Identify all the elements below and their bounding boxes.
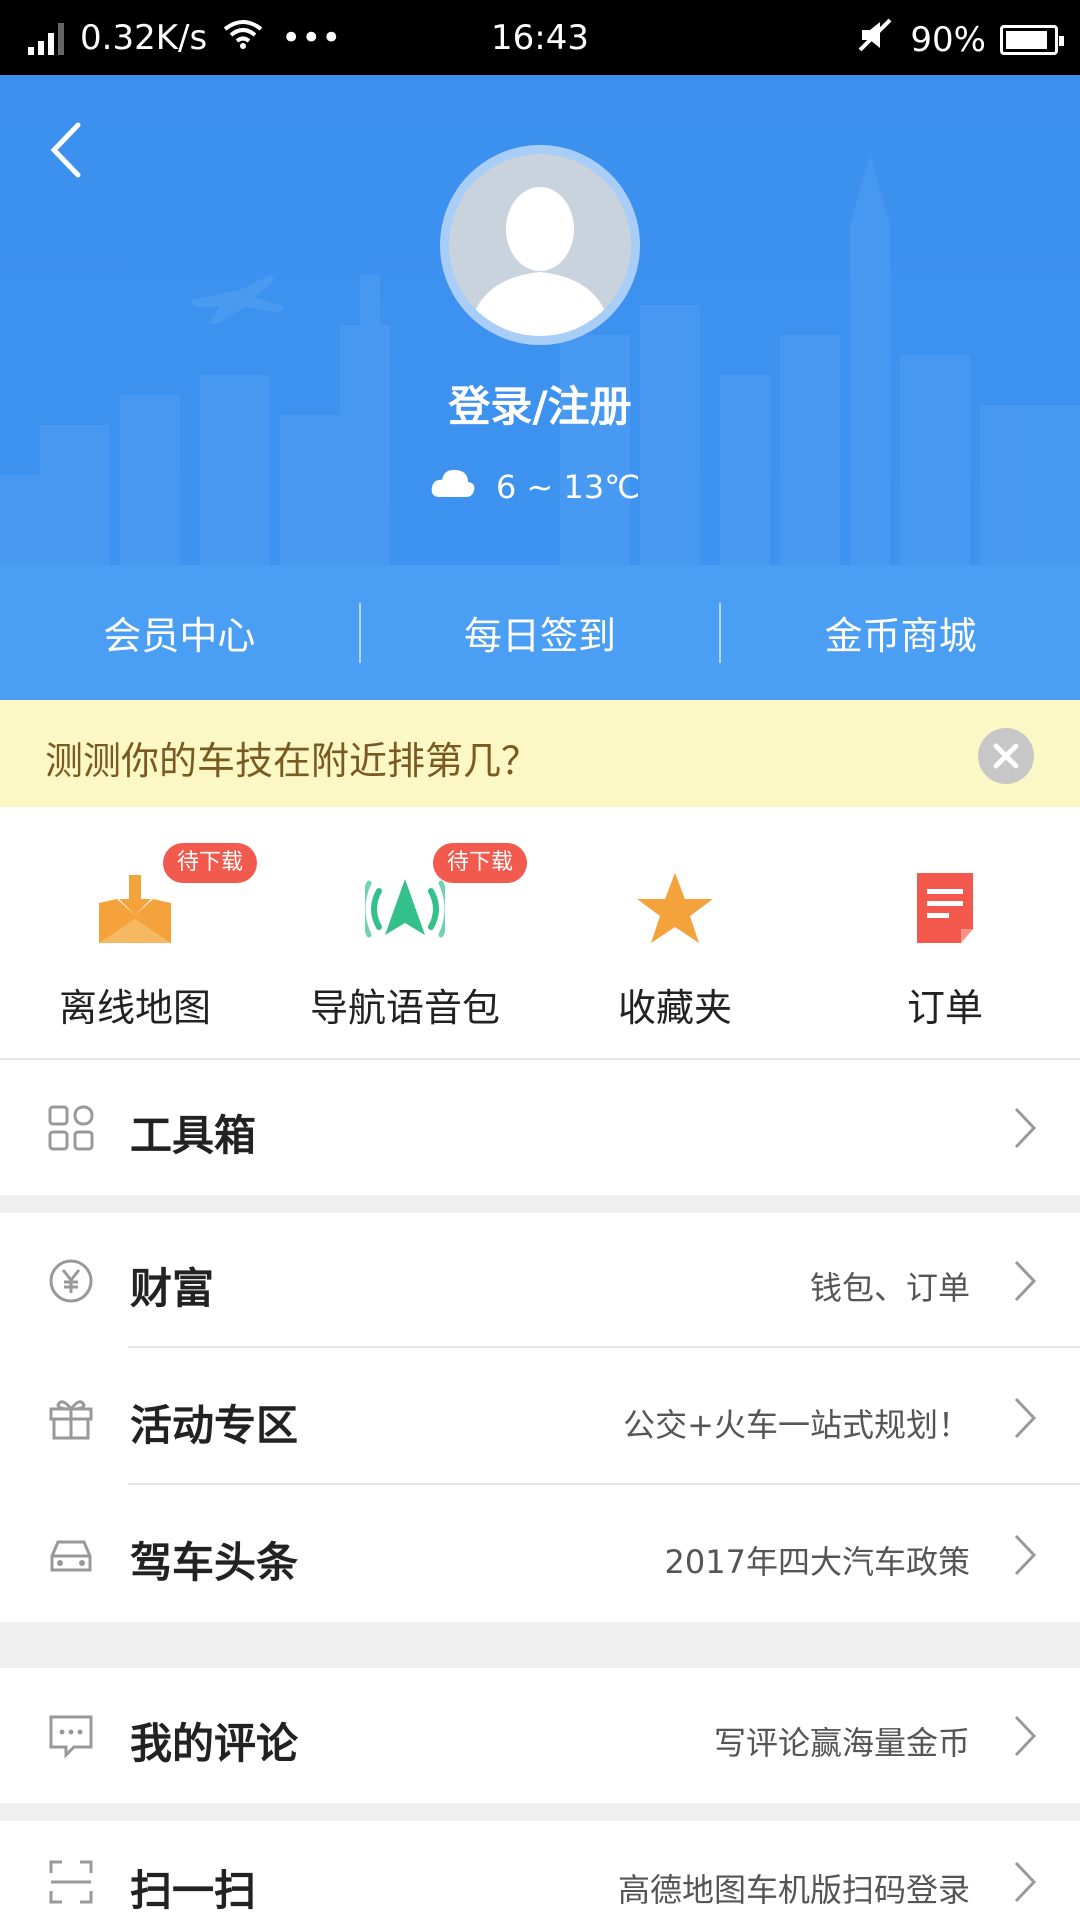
- cloud-icon: [430, 467, 476, 507]
- avatar[interactable]: [440, 145, 640, 345]
- chevron-right-icon: [1014, 1534, 1037, 1576]
- quick-action-label: 订单: [906, 986, 983, 1030]
- grid-icon: [48, 1105, 94, 1151]
- car-icon: [50, 1540, 92, 1572]
- favorites-button[interactable]: 收藏夹: [540, 807, 810, 1060]
- voice-pack-button[interactable]: 待下载 导航语音包: [270, 807, 540, 1060]
- menu-driving-news[interactable]: 驾车头条 2017年四大汽车政策: [0, 1487, 1080, 1622]
- menu-subtitle: 2017年四大汽车政策: [664, 1543, 970, 1581]
- row-divider: [128, 1346, 1080, 1348]
- login-register-link[interactable]: 登录/注册: [0, 373, 1080, 434]
- orders-button[interactable]: 订单: [810, 807, 1080, 1060]
- menu-scan[interactable]: 扫一扫 高德地图车机版扫码登录: [0, 1821, 1080, 1920]
- temperature: 6 ~ 13℃: [496, 468, 641, 506]
- menu-title: 财富: [130, 1264, 215, 1313]
- row-divider: [128, 1483, 1080, 1485]
- back-button[interactable]: [40, 115, 100, 185]
- menu-subtitle: 写评论赢海量金币: [713, 1724, 970, 1762]
- profile-header: 登录/注册 6 ~ 13℃ 会员中心 每日签到 金币商城: [0, 75, 1080, 700]
- menu-subtitle: 公交+火车一站式规划！: [623, 1406, 970, 1444]
- yen-coin-icon: [49, 1259, 93, 1303]
- section-gap: [0, 1195, 1080, 1213]
- star-icon: [637, 873, 713, 943]
- chevron-right-icon: [1014, 1107, 1037, 1149]
- menu-subtitle: 高德地图车机版扫码登录: [617, 1871, 970, 1909]
- quick-action-label: 离线地图: [58, 986, 211, 1030]
- chevron-right-icon: [1014, 1861, 1037, 1903]
- voice-nav-icon: [365, 879, 445, 938]
- battery-percent: 90%: [910, 19, 986, 60]
- gift-icon: [49, 1400, 93, 1440]
- quick-action-label: 收藏夹: [617, 986, 732, 1030]
- menu-title: 活动专区: [130, 1401, 299, 1450]
- comment-icon: [49, 1715, 93, 1759]
- chevron-right-icon: [1014, 1715, 1037, 1757]
- section-gap: [0, 1803, 1080, 1821]
- tab-member-center[interactable]: 会员中心: [0, 605, 359, 660]
- close-icon: [993, 743, 1019, 769]
- quick-actions: 待下载 离线地图 待下载 导航语音包 收藏夹 订单: [0, 807, 1080, 1060]
- banner-text: 测测你的车技在附近排第几？: [45, 739, 540, 783]
- menu-activity-zone[interactable]: 活动专区 公交+火车一站式规划！: [0, 1350, 1080, 1485]
- menu-toolbox[interactable]: 工具箱: [0, 1060, 1080, 1195]
- order-doc-icon: [917, 873, 973, 943]
- chevron-right-icon: [1014, 1397, 1037, 1439]
- member-tabs: 会员中心 每日签到 金币商城: [0, 565, 1080, 700]
- pending-download-badge: 待下载: [163, 843, 258, 883]
- tab-coin-mall[interactable]: 金币商城: [721, 605, 1080, 660]
- back-arrow-icon: [50, 122, 81, 178]
- banner-close-button[interactable]: [978, 728, 1034, 784]
- promo-banner[interactable]: 测测你的车技在附近排第几？: [0, 700, 1080, 807]
- section-gap: [0, 1622, 1080, 1668]
- scan-icon: [49, 1860, 93, 1904]
- menu-my-comments[interactable]: 我的评论 写评论赢海量金币: [0, 1668, 1080, 1803]
- battery-icon: [1000, 24, 1064, 55]
- menu-title: 我的评论: [130, 1719, 299, 1768]
- mute-icon: [858, 18, 894, 61]
- offline-map-button[interactable]: 待下载 离线地图: [0, 807, 270, 1060]
- menu-subtitle: 钱包、订单: [809, 1269, 970, 1307]
- menu-title: 扫一扫: [130, 1866, 257, 1915]
- status-bar: 0.32K/s ••• 16:43 90%: [0, 0, 1080, 75]
- quick-action-label: 导航语音包: [309, 986, 500, 1030]
- default-user-icon: [469, 187, 611, 336]
- tab-daily-checkin[interactable]: 每日签到: [361, 605, 720, 660]
- chevron-right-icon: [1014, 1260, 1037, 1302]
- pending-download-badge: 待下载: [433, 843, 528, 883]
- menu-wealth[interactable]: 财富 钱包、订单: [0, 1213, 1080, 1348]
- weather-info: 6 ~ 13℃: [430, 467, 640, 507]
- menu-title: 工具箱: [130, 1111, 257, 1160]
- menu-title: 驾车头条: [130, 1538, 299, 1587]
- download-map-icon: [99, 875, 171, 943]
